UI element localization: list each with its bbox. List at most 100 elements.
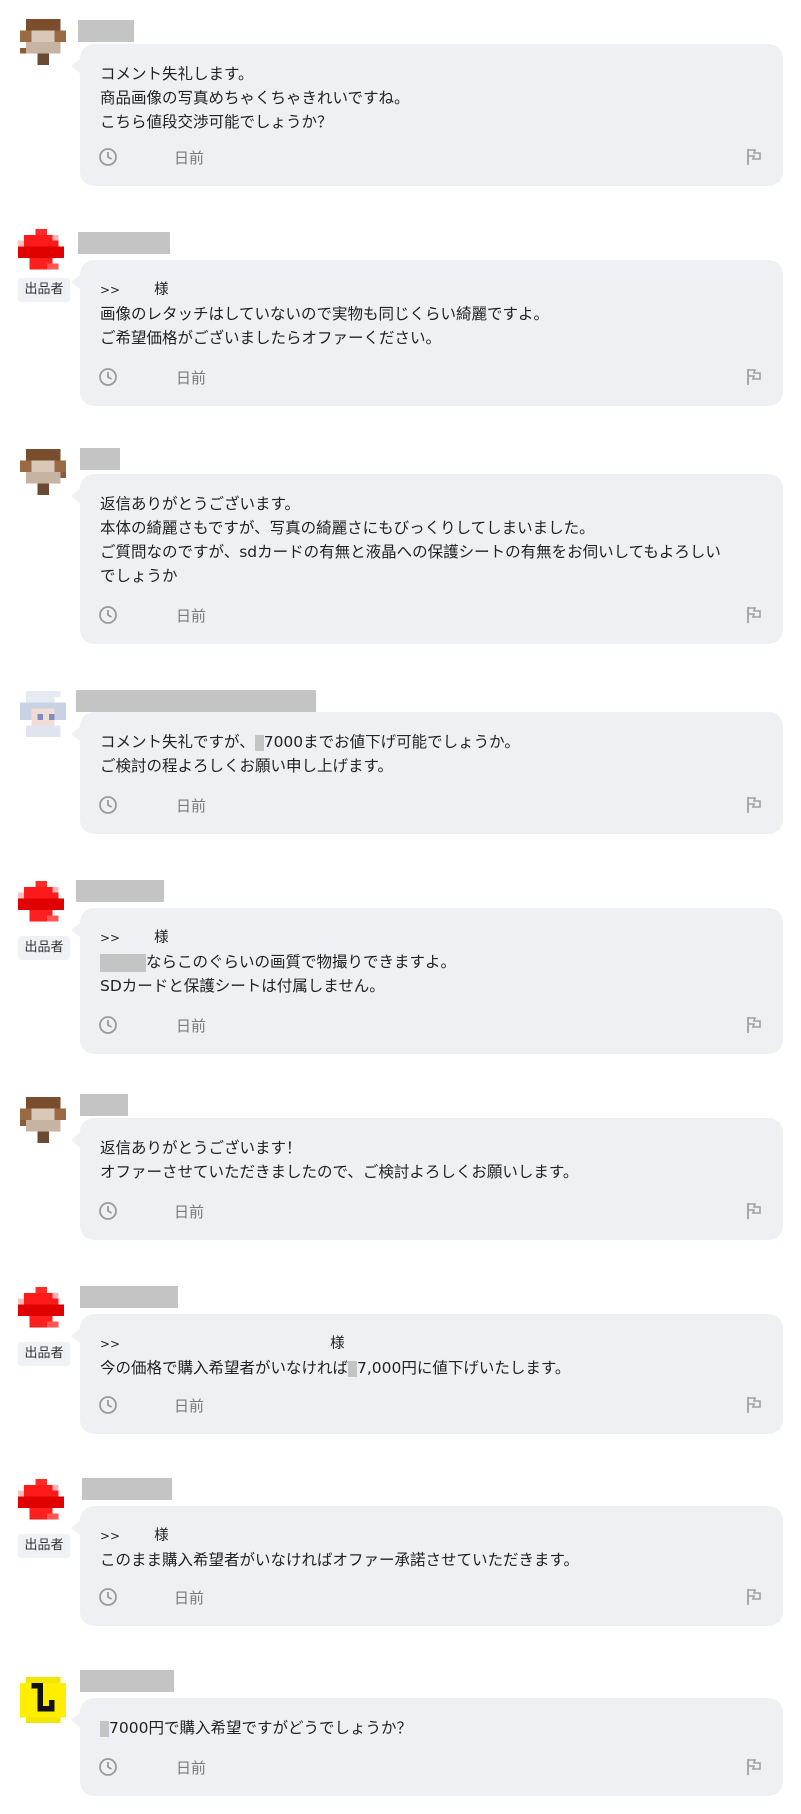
comment-text-line: このまま購入希望者がいなければオファー承諾させていただきます。: [100, 1551, 579, 1569]
seller-badge: 出品者: [18, 278, 70, 302]
comment-text-line: SDカードと保護シートは付属しません。: [100, 977, 385, 995]
comment-thread: コメント失礼します。 商品画像の写真めちゃくちゃきれいですね。 こちら値段交渉可…: [0, 0, 801, 1814]
clock-icon: [99, 148, 117, 166]
avatar-pixel-brown[interactable]: [20, 448, 66, 496]
honorific: 様: [330, 1336, 345, 1352]
flag-icon[interactable]: [745, 1202, 763, 1220]
flag-icon[interactable]: [745, 368, 763, 386]
avatar-pixel-red[interactable]: [18, 1286, 64, 1334]
avatar-pixel-red[interactable]: [18, 880, 64, 928]
clock-icon: [99, 606, 117, 624]
honorific: 様: [154, 282, 169, 298]
comment-time: 日前: [176, 797, 207, 815]
flag-icon[interactable]: [745, 1016, 763, 1034]
comment-text-line: 商品画像の写真めちゃくちゃきれいですね。: [100, 89, 410, 107]
comment-meta: 日前: [98, 366, 763, 388]
comment-text-segment: 7000までお値下げ可能でしょうか。: [263, 733, 520, 751]
redaction-mask: [348, 1360, 358, 1377]
comment-meta: 日前: [98, 794, 763, 816]
redaction-mask: [100, 1720, 109, 1737]
flag-icon[interactable]: [745, 1396, 763, 1414]
avatar-pixel-brown[interactable]: [20, 1096, 66, 1144]
username-mask: [80, 1286, 178, 1308]
seller-badge: 出品者: [18, 936, 70, 960]
comment-time: 日前: [176, 1759, 207, 1777]
comment-meta: 日前: [98, 1586, 763, 1608]
comment-text-line: ご検討の程よろしくお願い申し上げます。: [100, 757, 393, 775]
comment-item: 返信ありがとうございます！ オファーさせていただきましたので、ご検討よろしくお願…: [0, 1094, 801, 1242]
comment-meta: 日前: [98, 1394, 763, 1416]
clock-icon: [99, 1202, 117, 1220]
comment-text-line: コメント失礼ですが、 7000までお値下げ可能でしょうか。: [100, 730, 763, 754]
comment-time: 日前: [176, 1017, 207, 1035]
comment-time: 日前: [174, 1589, 205, 1607]
comment-item: 7000円で購入希望ですがどうでしょうか？ 日前: [0, 1670, 801, 1796]
comment-text-line: 画像のレタッチはしていないので実物も同じくらい綺麗ですよ。: [100, 305, 550, 323]
comment-text-line: 今の価格で購入希望者がいなければ 7,000円に値下げいたします。: [100, 1356, 763, 1380]
comment-bubble: >> 様 画像のレタッチはしていないので実物も同じくらい綺麗ですよ。 ご希望価格が…: [71, 260, 783, 406]
comment-text-line: こちら値段交渉可能でしょうか？: [100, 113, 333, 131]
reply-prefix: >>: [100, 283, 121, 297]
username-mask: [78, 20, 134, 42]
comment-bubble: コメント失礼します。 商品画像の写真めちゃくちゃきれいですね。 こちら値段交渉可…: [71, 44, 783, 186]
comment-text-line: 本体の綺麗さもですが、写真の綺麗さにもびっくりしてしまいました。: [100, 519, 595, 537]
reply-mention: >> 様: [100, 1524, 763, 1548]
redaction-mask: [254, 734, 264, 751]
flag-icon[interactable]: [745, 148, 763, 166]
flag-icon[interactable]: [745, 606, 763, 624]
comment-text-line: 7000円で購入希望ですがどうでしょうか？: [100, 1716, 763, 1740]
avatar-pixel-yellow[interactable]: [20, 1676, 66, 1724]
comment-text-line: でしょうか: [100, 567, 178, 585]
flag-icon[interactable]: [745, 796, 763, 814]
comment-bubble: 返信ありがとうございます！ オファーさせていただきましたので、ご検討よろしくお願…: [71, 1118, 783, 1240]
flag-icon[interactable]: [745, 1758, 763, 1776]
comment-text-line: コメント失礼します。: [100, 65, 254, 83]
avatar-pixel-brown[interactable]: [20, 18, 66, 66]
username-mask: [82, 1478, 172, 1500]
username-mask: [76, 690, 316, 712]
comment-text-line: 返信ありがとうございます！: [100, 1139, 302, 1157]
clock-icon: [99, 1396, 117, 1414]
comment-item: 出品者 >> 様 画像のレタッチはしていないので実物も同じくらい綺麗ですよ。 ご希…: [0, 228, 801, 406]
comment-time: 日前: [174, 1203, 205, 1221]
username-mask: [80, 1670, 174, 1692]
reply-mention: >> 様: [100, 278, 763, 302]
comment-text-segment: ならこのぐらいの画質で物撮りできますよ。: [146, 953, 457, 971]
username-mask: [76, 880, 164, 902]
comment-bubble: >> 様 ならこのぐらいの画質で物撮りできますよ。 SDカードと保護シートは付属し…: [71, 908, 783, 1054]
comment-time: 日前: [174, 1397, 205, 1415]
clock-icon: [99, 368, 117, 386]
comment-bubble: >> 様 このまま購入希望者がいなければオファー承諾させていただきます。 日前: [71, 1506, 783, 1626]
comment-text-segment: 今の価格で購入希望者がいなければ: [100, 1359, 349, 1377]
comment-bubble: 返信ありがとうございます。 本体の綺麗さもですが、写真の綺麗さにもびっくりしてし…: [71, 474, 783, 644]
comment-text-line: オファーさせていただきましたので、ご検討よろしくお願いします。: [100, 1163, 579, 1181]
comment-item: 出品者 >> 様 ならこのぐらいの画質で物撮りできますよ。 SDカードと保護シート…: [0, 880, 801, 1054]
clock-icon: [99, 796, 117, 814]
comment-meta: 日前: [98, 1756, 763, 1778]
reply-mention: >> 様: [100, 926, 763, 950]
comment-meta: 日前: [98, 146, 763, 168]
comment-item: コメント失礼ですが、 7000までお値下げ可能でしょうか。 ご検討の程よろしくお願…: [0, 690, 801, 834]
reply-prefix: >>: [100, 931, 121, 945]
comment-text-segment: 7000円で購入希望ですがどうでしょうか？: [109, 1719, 412, 1737]
comment-item: 返信ありがとうございます。 本体の綺麗さもですが、写真の綺麗さにもびっくりしてし…: [0, 446, 801, 644]
comment-meta: 日前: [98, 1014, 763, 1036]
comment-text-line: ならこのぐらいの画質で物撮りできますよ。: [100, 950, 763, 974]
comment-bubble: 7000円で購入希望ですがどうでしょうか？ 日前: [71, 1698, 783, 1796]
honorific: 様: [154, 1528, 169, 1544]
comment-bubble: コメント失礼ですが、 7000までお値下げ可能でしょうか。 ご検討の程よろしくお願…: [71, 712, 783, 834]
clock-icon: [99, 1016, 117, 1034]
avatar-pixel-white[interactable]: [20, 690, 66, 738]
comment-time: 日前: [174, 149, 205, 167]
avatar-pixel-red[interactable]: [18, 1478, 64, 1526]
comment-item: コメント失礼します。 商品画像の写真めちゃくちゃきれいですね。 こちら値段交渉可…: [0, 16, 801, 186]
comment-bubble: >> 様 今の価格で購入希望者がいなければ 7,000円に値下げいたします。 日前: [71, 1314, 783, 1434]
honorific: 様: [154, 930, 169, 946]
comment-meta: 日前: [98, 1200, 763, 1222]
username-mask: [78, 232, 170, 254]
reply-prefix: >>: [100, 1529, 121, 1543]
flag-icon[interactable]: [745, 1588, 763, 1606]
seller-badge: 出品者: [18, 1534, 70, 1558]
avatar-pixel-red[interactable]: [18, 228, 64, 276]
comment-item: 出品者 >> 様 このまま購入希望者がいなければオファー承諾させていただきます。 …: [0, 1478, 801, 1626]
